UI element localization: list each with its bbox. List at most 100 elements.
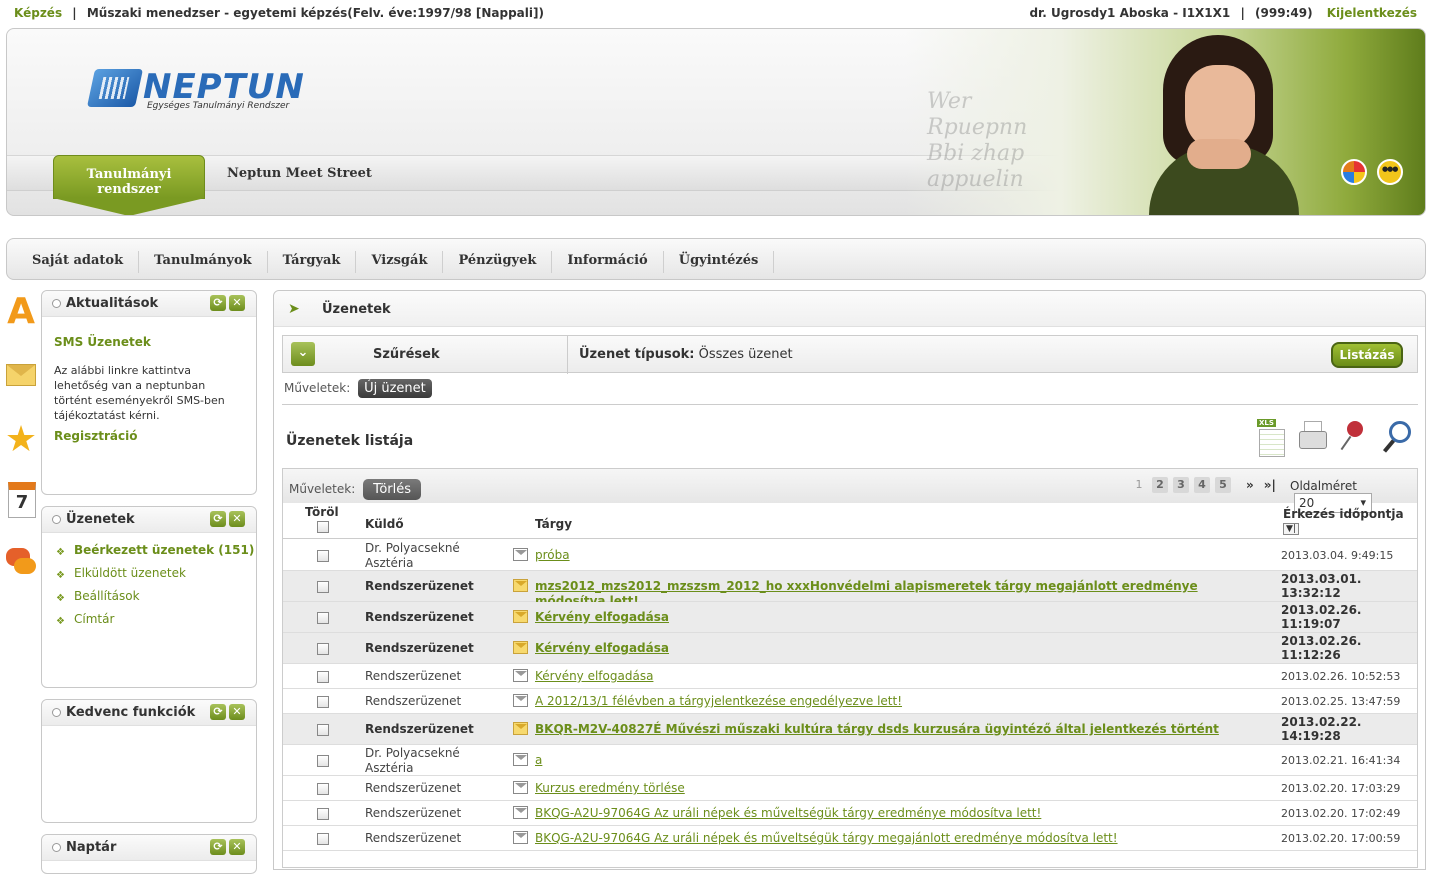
main-content: ➤ Üzenetek ⌄ Szűrések Üzenet típusok: Ös… [273, 290, 1426, 870]
page-title: Üzenetek [322, 302, 391, 317]
chat-icon[interactable] [4, 546, 38, 586]
sort-desc-icon[interactable]: ▼| [1283, 523, 1299, 535]
subject-link[interactable]: A 2012/13/1 félévben a tárgyjelentkezése… [535, 694, 1270, 709]
top-bar: Képzés | Műszaki menedzser - egyetemi ké… [0, 0, 1441, 26]
close-icon[interactable]: ✕ [229, 839, 245, 855]
arrival-date: 2013.03.04. 9:49:15 [1281, 549, 1394, 562]
read-message-icon [513, 694, 528, 707]
tab-neptun-meet-street[interactable]: Neptun Meet Street [227, 166, 372, 181]
subject-link[interactable]: Kurzus eredmény törlése [535, 781, 1270, 796]
table-row[interactable]: Dr. Polyacsekné Asztéria próba 2013.03.04.… [283, 540, 1417, 571]
row-checkbox[interactable] [317, 581, 329, 593]
sender: Dr. Polyacsekné Asztéria [365, 746, 460, 775]
next-pages-icon[interactable]: » [1246, 478, 1254, 492]
close-icon[interactable]: ✕ [229, 511, 245, 527]
subject-link[interactable]: a [535, 753, 1270, 768]
row-checkbox[interactable] [317, 783, 329, 795]
page-3[interactable]: 3 [1173, 477, 1189, 493]
sidebar-item-inbox[interactable]: ❖ Beérkezett üzenetek (151) [52, 543, 256, 558]
table-row[interactable]: Rendszerüzenet mzs2012_mzs2012_mzszsm_201… [283, 571, 1417, 608]
menu-item-vizsgak[interactable]: Vizsgák [356, 251, 444, 273]
page-1[interactable]: 1 [1131, 477, 1147, 493]
list-button[interactable]: Listázás [1331, 342, 1403, 368]
sidebar-item-sent[interactable]: ❖ Elküldött üzenetek [52, 566, 256, 581]
table-row[interactable]: Dr. Polyacsekné Asztéria a 2013.02.21. 16:… [283, 745, 1417, 776]
pin-icon[interactable] [1339, 417, 1369, 457]
calendar-icon[interactable]: 7 [4, 482, 38, 522]
refresh-icon[interactable]: ⟳ [210, 704, 226, 720]
new-message-button[interactable]: Új üzenet [358, 379, 432, 398]
filter-label[interactable]: Szűrések [373, 347, 440, 362]
table-row[interactable]: Rendszerüzenet Kérvény elfogadása 2013.02.… [283, 633, 1417, 664]
panel-title: Üzenetek [66, 512, 135, 527]
row-checkbox[interactable] [317, 671, 329, 683]
table-row[interactable]: Rendszerüzenet Kérvény elfogadása 2013.02.… [283, 602, 1417, 633]
close-icon[interactable]: ✕ [229, 295, 245, 311]
subject-link[interactable]: BKQR-M2V-40827É Művészi műszaki kultúra … [535, 722, 1270, 737]
sidebar-item-settings[interactable]: ❖ Beállítások [52, 589, 256, 604]
sidebar-item-directory[interactable]: ❖ Címtár [52, 612, 256, 627]
expand-filter-icon[interactable]: ⌄ [291, 342, 315, 366]
subject-link[interactable]: BKQG-A2U-97064G Az uráli népek és művelt… [535, 831, 1270, 846]
table-row[interactable]: Rendszerüzenet BKQG-A2U-97064G Az uráli n… [283, 826, 1417, 851]
refresh-icon[interactable]: ⟳ [210, 839, 226, 855]
print-icon[interactable] [1297, 417, 1327, 457]
table-row[interactable]: Rendszerüzenet Kérvény elfogadása 2013.02.… [283, 664, 1417, 689]
sender: Rendszerüzenet [365, 694, 462, 708]
menu-item-ugyintezes[interactable]: Ügyintézés [664, 251, 775, 273]
row-checkbox[interactable] [317, 550, 329, 562]
bullet-icon [52, 708, 61, 717]
page-5[interactable]: 5 [1215, 477, 1231, 493]
neptun-logo[interactable]: NEPTUN Egységes Tanulmányi Rendszer [86, 67, 304, 115]
refresh-icon[interactable]: ⟳ [210, 511, 226, 527]
row-checkbox[interactable] [317, 808, 329, 820]
table-row[interactable]: Rendszerüzenet Kurzus eredmény törlése 201… [283, 776, 1417, 801]
unread-envelope-icon [513, 579, 528, 592]
read-message-icon [513, 781, 528, 794]
page-2[interactable]: 2 [1152, 477, 1168, 493]
envelope-icon[interactable] [4, 356, 38, 396]
subject-link[interactable]: Kérvény elfogadása [535, 610, 1270, 625]
table-row[interactable]: Rendszerüzenet A 2012/13/1 félévben a tár… [283, 689, 1417, 714]
kepzes-link[interactable]: Képzés [14, 6, 62, 20]
row-checkbox[interactable] [317, 724, 329, 736]
subject-link[interactable]: Kérvény elfogadása [535, 641, 1270, 656]
arrival-date: 2013.03.01. 13:32:12 [1281, 572, 1362, 600]
subject-link[interactable]: próba [535, 548, 1270, 563]
color-theme-icon[interactable] [1341, 159, 1367, 185]
delete-button[interactable]: Törlés [363, 479, 421, 500]
star-icon[interactable]: ★ [4, 420, 38, 460]
refresh-icon[interactable]: ⟳ [210, 295, 226, 311]
subject-link[interactable]: BKQG-A2U-97064G Az uráli népek és művelt… [535, 806, 1270, 821]
menu-item-tanulmanyok[interactable]: Tanulmányok [139, 251, 268, 273]
menu-item-informacio[interactable]: Információ [552, 251, 664, 273]
table-row[interactable]: Rendszerüzenet BKQR-M2V-40827É Művészi mű… [283, 714, 1417, 745]
accessibility-icon[interactable] [1377, 159, 1403, 185]
unread-envelope-icon [513, 610, 528, 623]
table-row[interactable]: Rendszerüzenet BKQG-A2U-97064G Az uráli n… [283, 801, 1417, 826]
excel-export-icon[interactable] [1255, 417, 1285, 457]
aktualitasok-icon[interactable]: A [4, 292, 38, 332]
logout-link[interactable]: Kijelentkezés [1327, 6, 1417, 20]
subject-link[interactable]: Kérvény elfogadása [535, 669, 1270, 684]
row-checkbox[interactable] [317, 643, 329, 655]
menu-item-penzugyek[interactable]: Pénzügyek [443, 251, 553, 273]
tab-tanulmanyi-rendszer[interactable]: Tanulmányi rendszer [53, 155, 205, 215]
col-header-date[interactable]: Érkezés időpontja [1283, 507, 1404, 521]
row-checkbox[interactable] [317, 755, 329, 767]
menu-item-targyak[interactable]: Tárgyak [268, 251, 357, 273]
search-icon[interactable] [1381, 417, 1411, 457]
col-header-subject[interactable]: Tárgy [535, 517, 572, 531]
row-checkbox[interactable] [317, 696, 329, 708]
page-4[interactable]: 4 [1194, 477, 1210, 493]
menu-item-sajat-adatok[interactable]: Saját adatok [17, 251, 140, 273]
row-checkbox[interactable] [317, 833, 329, 845]
close-icon[interactable]: ✕ [229, 704, 245, 720]
last-page-icon[interactable]: »| [1264, 478, 1276, 492]
select-all-checkbox[interactable] [317, 521, 329, 533]
row-checkbox[interactable] [317, 612, 329, 624]
arrival-date: 2013.02.20. 17:02:49 [1281, 807, 1401, 820]
col-header-sender[interactable]: Küldő [365, 517, 404, 531]
registration-link[interactable]: Regisztráció [54, 429, 244, 443]
bullet-icon [52, 515, 61, 524]
